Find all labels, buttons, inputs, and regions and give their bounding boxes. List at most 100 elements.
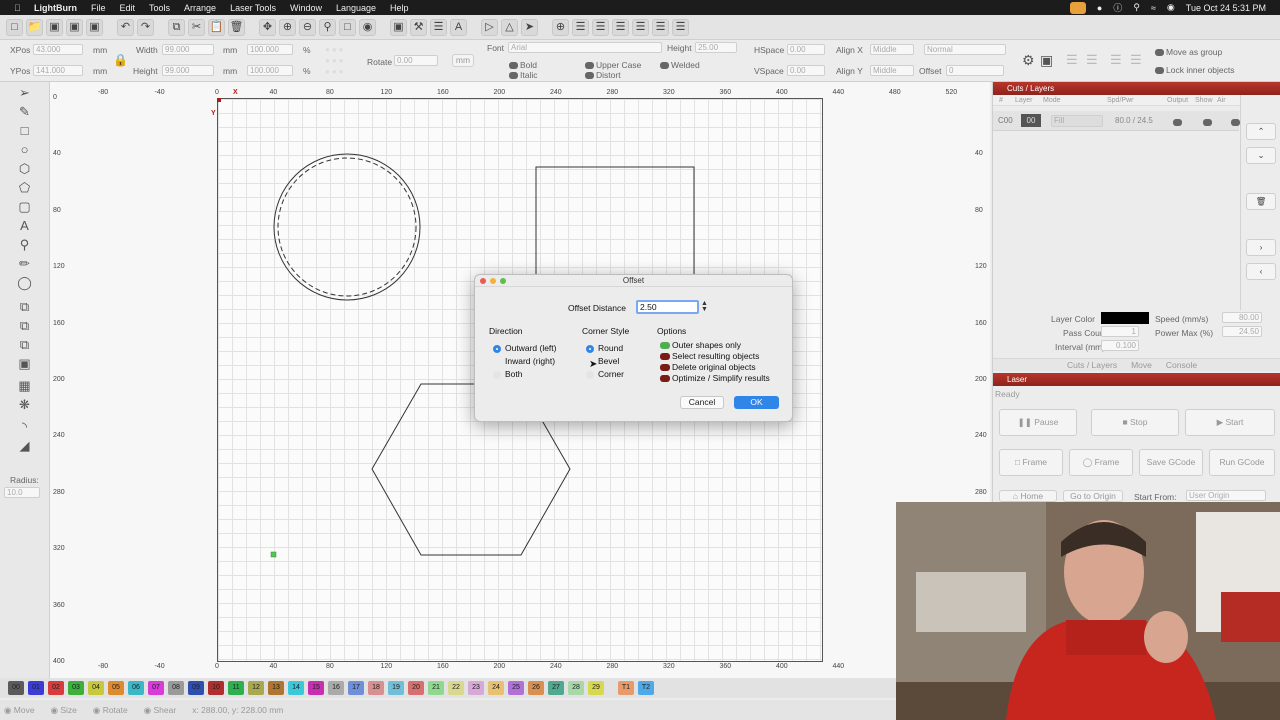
palette-swatch-09[interactable]: 09: [188, 681, 204, 695]
home-button[interactable]: ⌂ Home: [999, 490, 1057, 502]
palette-swatch-29[interactable]: 29: [588, 681, 604, 695]
palette-swatch-16[interactable]: 16: [328, 681, 344, 695]
expand-right-button[interactable]: ›: [1246, 239, 1276, 256]
toggle-on-icon: [660, 342, 670, 350]
circle-offset-preview: [277, 157, 417, 297]
status-move-label: Move: [13, 704, 35, 715]
corner-corner-radio[interactable]: Corner: [586, 369, 624, 379]
expand-left-button[interactable]: ‹: [1246, 263, 1276, 280]
pass-count-input[interactable]: 1: [1101, 326, 1139, 337]
laser-status: Ready: [995, 389, 1020, 399]
stop-button[interactable]: ■ Stop: [1091, 409, 1179, 436]
palette-swatch-12[interactable]: 12: [248, 681, 264, 695]
palette-swatch-04[interactable]: 04: [88, 681, 104, 695]
frame-label: Frame: [1022, 457, 1048, 467]
interval-input[interactable]: 0.100: [1101, 340, 1139, 351]
zoom-icon[interactable]: [500, 278, 506, 284]
palette-swatch-22[interactable]: 22: [448, 681, 464, 695]
frame-circle-button[interactable]: ◯ Frame: [1069, 449, 1133, 476]
status-rotate[interactable]: ◉ Rotate: [93, 705, 128, 716]
corner-round-radio[interactable]: Round: [586, 343, 623, 353]
palette-swatch-21[interactable]: 21: [428, 681, 444, 695]
mouse-cursor-icon: ➤: [589, 359, 598, 370]
start-from-select[interactable]: User Origin: [1186, 490, 1266, 501]
tab-cuts-layers[interactable]: Cuts / Layers: [1067, 359, 1117, 371]
delete-original-toggle[interactable]: Delete original objects: [660, 362, 756, 372]
palette-swatch-08[interactable]: 08: [168, 681, 184, 695]
palette-swatch-14[interactable]: 14: [288, 681, 304, 695]
pause-label: Pause: [1034, 417, 1059, 427]
offset-distance-input[interactable]: 2.50: [636, 300, 699, 314]
frame-button[interactable]: □ Frame: [999, 449, 1063, 476]
layer-buttons-column: ⌃ ⌄ 🗑 › ‹: [1240, 95, 1280, 310]
palette-swatch-23[interactable]: 23: [468, 681, 484, 695]
minimize-icon[interactable]: [490, 278, 496, 284]
start-button[interactable]: ▶ Start: [1185, 409, 1275, 436]
palette-swatch-15[interactable]: 15: [308, 681, 324, 695]
layer-color-swatch[interactable]: [1101, 312, 1149, 324]
speed-input[interactable]: 80.00: [1222, 312, 1262, 323]
save-gcode-button[interactable]: Save GCode: [1139, 449, 1203, 476]
tab-move[interactable]: Move: [1131, 359, 1152, 371]
status-shear[interactable]: ◉ Shear: [144, 705, 176, 716]
cuts-layers-header: Cuts / Layers: [993, 82, 1280, 95]
layer-swatch[interactable]: 00: [1021, 114, 1041, 127]
palette-swatch-17[interactable]: 17: [348, 681, 364, 695]
optimize-simplify-label: Optimize / Simplify results: [672, 373, 770, 383]
direction-inward-radio[interactable]: Inward (right): [493, 356, 555, 366]
options-label: Options: [657, 326, 687, 336]
direction-both-radio[interactable]: Both: [493, 369, 523, 379]
palette-swatch-03[interactable]: 03: [68, 681, 84, 695]
select-resulting-toggle[interactable]: Select resulting objects: [660, 351, 759, 361]
palette-swatch-01[interactable]: 01: [28, 681, 44, 695]
ok-button[interactable]: OK: [734, 396, 779, 409]
move-layer-down-button[interactable]: ⌄: [1246, 147, 1276, 164]
palette-swatch-07[interactable]: 07: [148, 681, 164, 695]
power-max-label: Power Max (%): [1155, 328, 1214, 338]
palette-swatch-13[interactable]: 13: [268, 681, 284, 695]
status-size[interactable]: ◉ Size: [51, 705, 77, 716]
move-layer-up-button[interactable]: ⌃: [1246, 123, 1276, 140]
palette-swatch-06[interactable]: 06: [128, 681, 144, 695]
optimize-simplify-toggle[interactable]: Optimize / Simplify results: [660, 373, 770, 383]
show-toggle[interactable]: [1203, 117, 1214, 127]
palette-swatch-27[interactable]: 27: [548, 681, 564, 695]
status-rotate-label: Rotate: [102, 704, 128, 715]
palette-swatch-26[interactable]: 26: [528, 681, 544, 695]
palette-swatch-t2[interactable]: T2: [638, 681, 654, 695]
palette-swatch-20[interactable]: 20: [408, 681, 424, 695]
direction-outward-radio[interactable]: Outward (left): [493, 343, 557, 353]
tab-console[interactable]: Console: [1166, 359, 1197, 371]
power-max-input[interactable]: 24.50: [1222, 326, 1262, 337]
close-icon[interactable]: [480, 278, 486, 284]
palette-swatch-t1[interactable]: T1: [618, 681, 634, 695]
palette-swatch-11[interactable]: 11: [228, 681, 244, 695]
distance-stepper[interactable]: ▲ ▼: [701, 300, 708, 313]
palette-swatch-10[interactable]: 10: [208, 681, 224, 695]
palette-swatch-18[interactable]: 18: [368, 681, 384, 695]
output-toggle[interactable]: [1173, 117, 1184, 127]
go-to-origin-button[interactable]: Go to Origin: [1063, 490, 1123, 502]
offset-distance-label: Offset Distance: [568, 303, 626, 313]
laser-header: Laser: [993, 373, 1280, 386]
radio-off-icon: [586, 370, 594, 379]
status-move[interactable]: ◉ Move: [4, 705, 35, 716]
palette-swatch-05[interactable]: 05: [108, 681, 124, 695]
delete-layer-button[interactable]: 🗑: [1246, 193, 1276, 210]
palette-swatch-00[interactable]: 00: [8, 681, 24, 695]
status-shear-label: Shear: [153, 704, 177, 715]
palette-swatch-25[interactable]: 25: [508, 681, 524, 695]
palette-swatch-19[interactable]: 19: [388, 681, 404, 695]
pause-button[interactable]: ❚❚ Pause: [999, 409, 1077, 436]
toggle-off-icon: [660, 375, 670, 383]
small-selection-marker: [270, 551, 277, 558]
layer-mode-select[interactable]: Fill: [1051, 115, 1103, 127]
outer-shapes-only-toggle[interactable]: Outer shapes only: [660, 340, 741, 350]
table-row[interactable]: C00 00 Fill 80.0 / 24.5: [993, 111, 1240, 131]
run-gcode-button[interactable]: Run GCode: [1209, 449, 1275, 476]
palette-swatch-28[interactable]: 28: [568, 681, 584, 695]
offset-dialog: Offset Offset Distance 2.50 ▲ ▼ Direction…: [474, 274, 793, 422]
palette-swatch-02[interactable]: 02: [48, 681, 64, 695]
cancel-button[interactable]: Cancel: [680, 396, 724, 409]
palette-swatch-24[interactable]: 24: [488, 681, 504, 695]
